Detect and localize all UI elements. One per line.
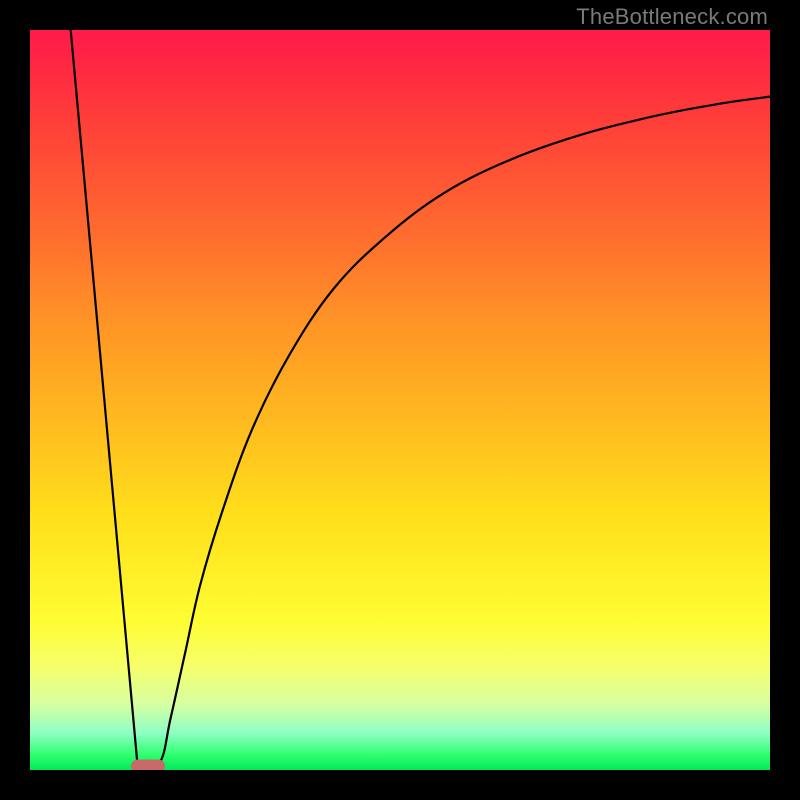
curve-svg [30,30,770,770]
minimum-marker [131,759,165,770]
watermark-text: TheBottleneck.com [576,4,768,30]
plot-area [30,30,770,770]
bottleneck-curve [71,30,770,766]
